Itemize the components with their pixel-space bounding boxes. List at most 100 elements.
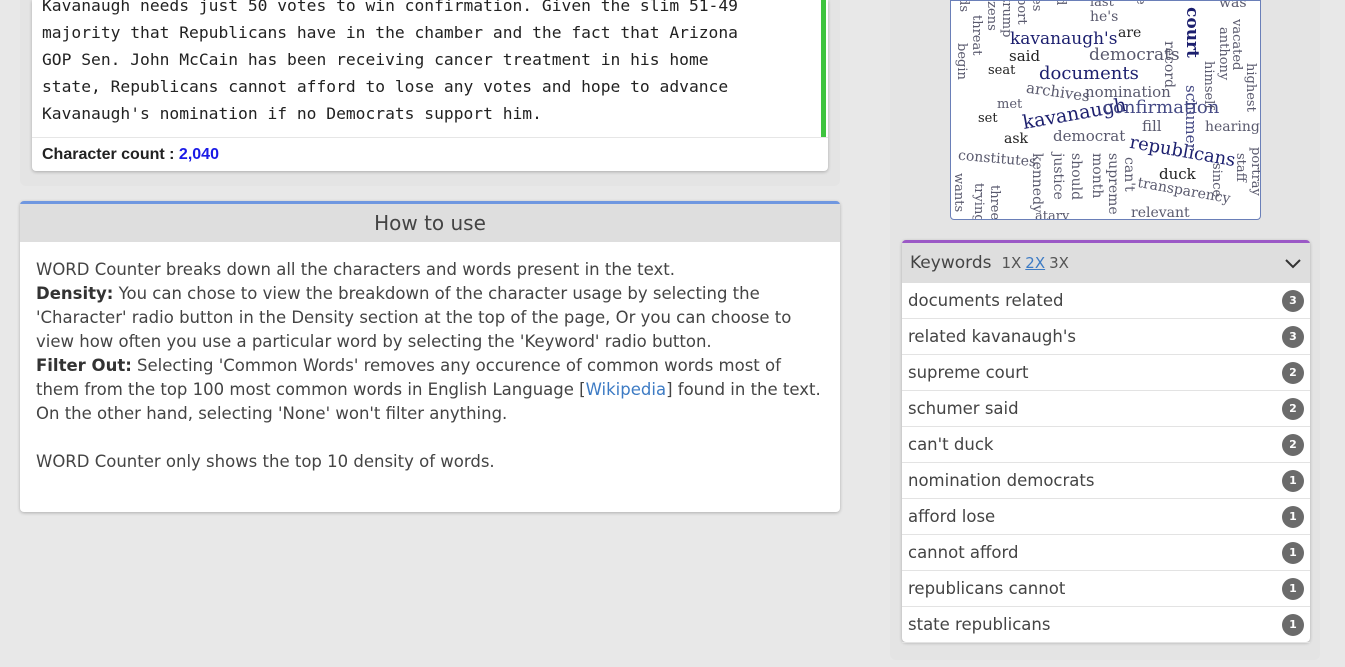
cloud-word: anthony: [1216, 27, 1231, 81]
cloud-word: es: [1029, 0, 1044, 12]
cloud-word: court: [1182, 7, 1202, 58]
cloud-word: himself: [1201, 61, 1216, 110]
density-label: Density:: [36, 284, 114, 303]
cloud-word: ask: [1004, 131, 1029, 147]
keywords-header[interactable]: Keywords 1X 2X 3X: [902, 243, 1310, 283]
text-line: Kavanaugh's nomination if no Democrats s…: [42, 104, 542, 123]
text-line: GOP Sen. John McCain has been receiving …: [42, 50, 709, 69]
cloud-word: begin: [954, 43, 969, 80]
filter-label: Filter Out:: [36, 356, 132, 375]
keyword-phrase: supreme court: [908, 363, 1029, 382]
keyword-count-badge: 1: [1282, 505, 1304, 528]
keyword-phrase: cannot afford: [908, 543, 1019, 562]
keyword-item: documents related 3: [902, 283, 1310, 319]
how-to-use-body: WORD Counter breaks down all the charact…: [20, 242, 840, 474]
cloud-word: justice: [1050, 153, 1066, 200]
wikipedia-link[interactable]: Wikipedia: [586, 380, 666, 399]
right-column: last he's was court kavanaugh's are said…: [890, 0, 1320, 660]
keyword-phrase: republicans cannot: [908, 579, 1066, 598]
cloud-word: can't: [1121, 157, 1137, 192]
cloud-word: set: [978, 111, 998, 126]
cloud-word: trying: [971, 183, 986, 220]
cloud-word: ds: [956, 0, 971, 12]
cloud-word: staff: [1233, 153, 1248, 182]
cloud-word: he's: [1090, 9, 1119, 25]
keyword-item: schumer said 2: [902, 391, 1310, 427]
cloud-word: three: [987, 185, 1002, 220]
keyword-phrase: state republicans: [908, 615, 1051, 634]
cloud-word: should: [1068, 153, 1084, 201]
keyword-item: afford lose 1: [902, 499, 1310, 535]
cloud-word: documents: [1039, 63, 1139, 84]
cloud-word: month: [1089, 153, 1105, 199]
cloud-word: met: [997, 97, 1023, 112]
keyword-phrase: can't duck: [908, 435, 994, 454]
cloud-word: schumer: [1182, 85, 1200, 151]
cloud-word: since: [1209, 163, 1224, 198]
cloud-word: was: [1219, 0, 1247, 11]
keywords-list: documents related 3 related kavanaugh's 3 …: [902, 283, 1310, 643]
keyword-item: related kavanaugh's 3: [902, 319, 1310, 355]
text-scrollbar[interactable]: [821, 0, 826, 137]
character-count-label: Character count :: [42, 146, 179, 163]
cloud-word: democrat: [1053, 127, 1126, 145]
cloud-word: record: [1161, 41, 1177, 88]
keywords-panel: Keywords 1X 2X 3X documents related 3 rel…: [902, 240, 1310, 643]
word-cloud: last he's was court kavanaugh's are said…: [950, 0, 1261, 220]
cloud-word: atary: [1035, 209, 1070, 220]
keyword-item: supreme court 2: [902, 355, 1310, 391]
keyword-phrase: related kavanaugh's: [908, 327, 1076, 346]
keyword-phrase: afford lose: [908, 507, 996, 526]
cloud-word: supreme: [1105, 153, 1121, 215]
character-count: Character count : 2,040: [32, 137, 828, 171]
cloud-word: port: [1014, 0, 1029, 25]
text-line: state, Republicans cannot afford to lose…: [42, 77, 729, 96]
keyword-count-badge: 3: [1282, 289, 1304, 312]
character-count-value: 2,040: [178, 146, 219, 163]
keyword-count-badge: 2: [1282, 361, 1304, 384]
keyword-item: state republicans 1: [902, 607, 1310, 643]
cloud-word: izens: [984, 0, 999, 31]
keyword-count-badge: 1: [1282, 469, 1304, 492]
howto-intro: WORD Counter breaks down all the charact…: [36, 260, 675, 279]
cloud-word: vacated: [1229, 19, 1244, 71]
keyword-count-badge: 2: [1282, 397, 1304, 420]
cloud-word: are: [1118, 25, 1142, 41]
text-line: Kavanaugh needs just 50 votes to win con…: [42, 0, 738, 15]
cloud-word: highest: [1243, 63, 1258, 112]
cloud-word: fill: [1142, 117, 1162, 135]
keyword-count-badge: 1: [1282, 541, 1304, 564]
text-line: majority that Republicans have in the ch…: [42, 23, 738, 42]
keyword-item: can't duck 2: [902, 427, 1310, 463]
keyword-item: cannot afford 1: [902, 535, 1310, 571]
keyword-phrase: schumer said: [908, 399, 1019, 418]
howto-footer: WORD Counter only shows the top 10 densi…: [36, 452, 495, 471]
cloud-word: hearings: [1205, 119, 1261, 135]
cloud-word: threat: [969, 15, 984, 56]
keyword-count-badge: 1: [1282, 613, 1304, 636]
keywords-option-1x[interactable]: 1X: [1001, 254, 1021, 272]
keyword-item: republicans cannot 1: [902, 571, 1310, 607]
density-text: You can chose to view the breakdown of t…: [36, 284, 792, 351]
chevron-down-icon[interactable]: [1284, 254, 1302, 272]
keyword-count-badge: 3: [1282, 325, 1304, 348]
cloud-word: portray: [1248, 147, 1261, 196]
howto-density: Density: You can chose to view the break…: [36, 282, 824, 354]
keyword-phrase: documents related: [908, 291, 1064, 310]
keywords-option-2x[interactable]: 2X: [1025, 254, 1045, 272]
cloud-word: seat: [988, 63, 1016, 78]
keyword-count-badge: 1: [1282, 577, 1304, 600]
cloud-word: d: [1053, 0, 1068, 6]
cloud-word: constitutes: [957, 147, 1037, 171]
how-to-use-title: How to use: [20, 204, 840, 242]
howto-filter: Filter Out: Selecting 'Common Words' rem…: [36, 354, 824, 426]
editor-panel: Kavanaugh needs just 50 votes to win con…: [20, 0, 840, 186]
cloud-word: relevant: [1131, 205, 1190, 220]
how-to-use-panel: How to use WORD Counter breaks down all …: [20, 201, 840, 512]
keywords-option-3x[interactable]: 3X: [1049, 254, 1069, 272]
editor-card: Kavanaugh needs just 50 votes to win con…: [32, 0, 828, 171]
cloud-word: kennedy: [1029, 153, 1045, 213]
cloud-word: e: [1133, 0, 1148, 5]
text-input[interactable]: Kavanaugh needs just 50 votes to win con…: [32, 0, 822, 137]
keyword-phrase: nomination democrats: [908, 471, 1095, 490]
